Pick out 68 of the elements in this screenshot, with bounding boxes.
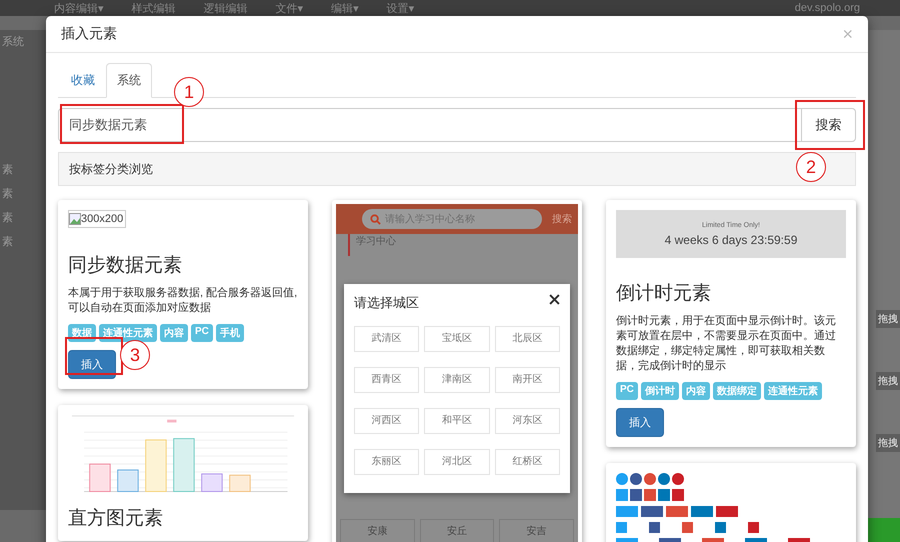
city-button[interactable]: 安丘 (420, 519, 494, 542)
district-button[interactable]: 河西区 (354, 408, 420, 434)
district-button[interactable]: 武清区 (354, 326, 420, 352)
menu-item[interactable]: 内容编辑▾ (54, 0, 104, 16)
picker-title: 请选择城区 (354, 294, 419, 312)
close-icon[interactable] (549, 294, 560, 305)
highlight-frame (795, 100, 865, 150)
tag: 倒计时 (640, 382, 679, 400)
chart-bar (89, 464, 111, 492)
search-icon (370, 214, 381, 224)
tag: PC (616, 382, 638, 400)
card-title: 直方图元素 (68, 507, 164, 531)
section-heading: 学习中心 (348, 234, 578, 256)
image-icon (69, 213, 81, 225)
legend-swatch (167, 420, 176, 422)
tag: 连通性元素 (764, 382, 822, 400)
insert-button[interactable]: 插入 (616, 408, 664, 437)
tag: 内容 (682, 382, 710, 400)
tab[interactable]: 系统 (106, 63, 152, 98)
search-field[interactable]: 同步数据元素 (58, 108, 802, 142)
district-button[interactable]: 河东区 (494, 408, 560, 434)
district-button[interactable]: 东丽区 (354, 449, 420, 475)
tag: PC (191, 324, 213, 342)
sidebar-item[interactable]: 系统 (0, 30, 46, 54)
drag-button[interactable]: 拖拽 (876, 310, 900, 328)
tab[interactable]: 收藏 (60, 63, 106, 98)
sidebar-item[interactable]: 素 (0, 158, 46, 182)
city-button[interactable]: 安吉 (499, 519, 574, 542)
image-alt-text: 300x200 (81, 213, 124, 225)
sidebar-item[interactable]: 素 (0, 182, 46, 206)
card-title: 同步数据元素 (68, 254, 183, 278)
site-address: dev.spolo.org (794, 2, 860, 14)
search-link[interactable]: 搜索 (552, 212, 572, 226)
district-button[interactable]: 南开区 (494, 367, 560, 393)
backdrop-panel (868, 518, 900, 542)
chart-bar (117, 470, 139, 492)
countdown-time: 4 weeks 6 days 23:59:59 (664, 232, 798, 246)
district-button[interactable]: 红桥区 (494, 449, 560, 475)
drag-button[interactable]: 拖拽 (876, 434, 900, 452)
card-title: 倒计时元素 (616, 282, 712, 306)
insert-button[interactable]: 插入 (68, 350, 116, 379)
sidebar-item[interactable]: 素 (0, 206, 46, 230)
drag-button[interactable]: 拖拽 (876, 372, 900, 390)
district-button[interactable]: 北辰区 (494, 326, 560, 352)
tag: 连通性元素 (99, 324, 157, 342)
menu-item[interactable]: 样式编辑 (132, 0, 176, 16)
tag: 手机 (216, 324, 244, 342)
district-button[interactable]: 河北区 (424, 449, 490, 475)
menu-item[interactable]: 设置▾ (386, 0, 414, 16)
search-button[interactable]: 搜索 (802, 108, 856, 142)
chart-bar (229, 474, 251, 492)
city-button[interactable]: 安康 (340, 519, 415, 542)
chart-bar (201, 473, 223, 492)
district-button[interactable]: 和平区 (424, 408, 490, 434)
district-button[interactable]: 宝坻区 (424, 326, 490, 352)
card-description: 倒计时元素，用于在页面中显示倒计时。该元素可放置在层中，不需要显示在页面中。通过数据绑定，绑定特定属性，即可获取相关数据，完成倒计时的显示 (616, 314, 837, 374)
menu-item[interactable]: 文件▾ (276, 0, 304, 16)
card-description: 本属于用于获取服务器数据, 配合服务器返回值, 可以自动在页面添加对应数据 (68, 286, 298, 316)
menu-item[interactable]: 编辑▾ (331, 0, 359, 16)
district-button[interactable]: 西青区 (354, 367, 420, 393)
sidebar-item[interactable]: 素 (0, 230, 46, 254)
tag: 内容 (160, 324, 188, 342)
chart-bar (145, 439, 167, 492)
chart-bar (173, 438, 195, 492)
district-button[interactable]: 津南区 (424, 367, 490, 393)
tag: 数据绑定 (712, 382, 761, 400)
dialog-title: 插入元素 (61, 25, 117, 43)
menu-item[interactable]: 逻辑编辑 (204, 0, 248, 16)
